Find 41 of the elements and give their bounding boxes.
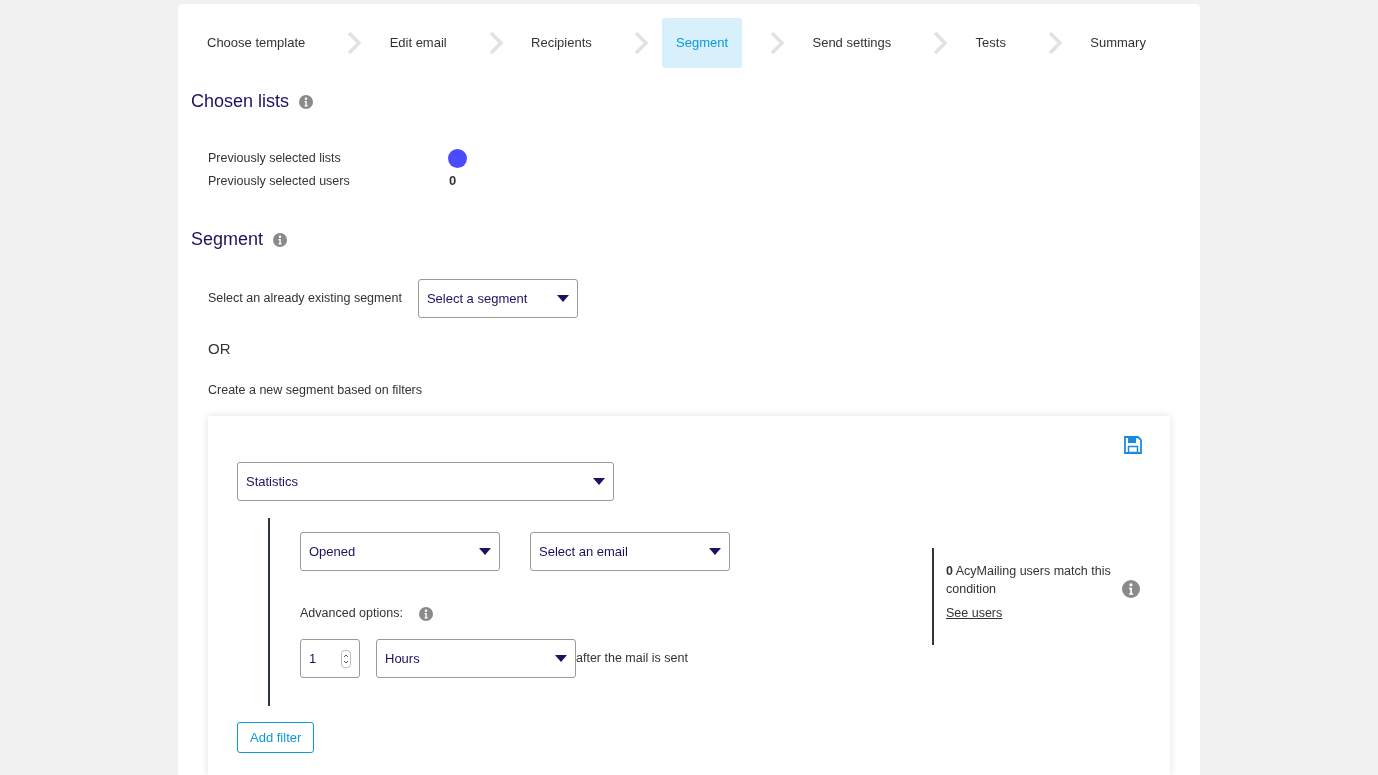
field-label: Advanced options: xyxy=(300,605,403,623)
field-label: Create a new segment based on filters xyxy=(207,381,423,399)
select-dropdown[interactable]: Statistics xyxy=(237,462,614,502)
chevron-icon xyxy=(933,31,948,55)
select-dropdown[interactable]: Select a segment xyxy=(417,279,578,318)
step-tab[interactable]: Choose template xyxy=(193,18,320,68)
caret-icon xyxy=(479,548,491,556)
caret-icon xyxy=(593,478,605,486)
chevron-icon xyxy=(1047,31,1062,55)
chevron-icon xyxy=(347,31,362,55)
chevron-icon xyxy=(770,31,785,55)
info-icon xyxy=(418,606,433,621)
chevron-icon xyxy=(633,31,648,55)
caret-icon xyxy=(709,548,721,556)
row-label: Previously selected lists xyxy=(208,149,342,167)
info-icon xyxy=(273,232,288,247)
step-tab[interactable]: Edit email xyxy=(375,18,461,68)
caret-icon xyxy=(556,295,569,302)
spinner-icon xyxy=(341,649,351,668)
step-tab[interactable]: Tests xyxy=(961,18,1020,68)
or-label: OR xyxy=(207,339,232,359)
match-text: 0 AcyMailing users match this condition xyxy=(946,563,1112,599)
row-label: Previously selected users xyxy=(208,172,351,190)
see-users-link[interactable]: See users xyxy=(946,604,1142,623)
info-icon xyxy=(1122,580,1140,599)
select-dropdown[interactable]: Select an email xyxy=(530,532,730,572)
select-dropdown[interactable]: Opened xyxy=(300,532,500,572)
section-title: Chosen lists xyxy=(191,90,290,113)
field-label: Select an already existing segment xyxy=(208,290,402,308)
chevron-icon xyxy=(488,31,503,55)
save-icon[interactable] xyxy=(1124,436,1142,455)
user-count: 0 xyxy=(448,172,457,191)
caret-icon xyxy=(555,655,567,662)
info-icon xyxy=(299,94,314,109)
step-tab[interactable]: Send settings xyxy=(798,18,906,68)
step-tab[interactable]: Summary xyxy=(1076,18,1160,68)
step-tab[interactable]: Recipients xyxy=(517,18,606,68)
select-dropdown[interactable]: Hours xyxy=(376,639,576,678)
number-field[interactable]: 1 xyxy=(300,639,360,678)
field-label: after the mail is sent xyxy=(576,650,688,668)
section-title: Segment xyxy=(191,228,264,251)
